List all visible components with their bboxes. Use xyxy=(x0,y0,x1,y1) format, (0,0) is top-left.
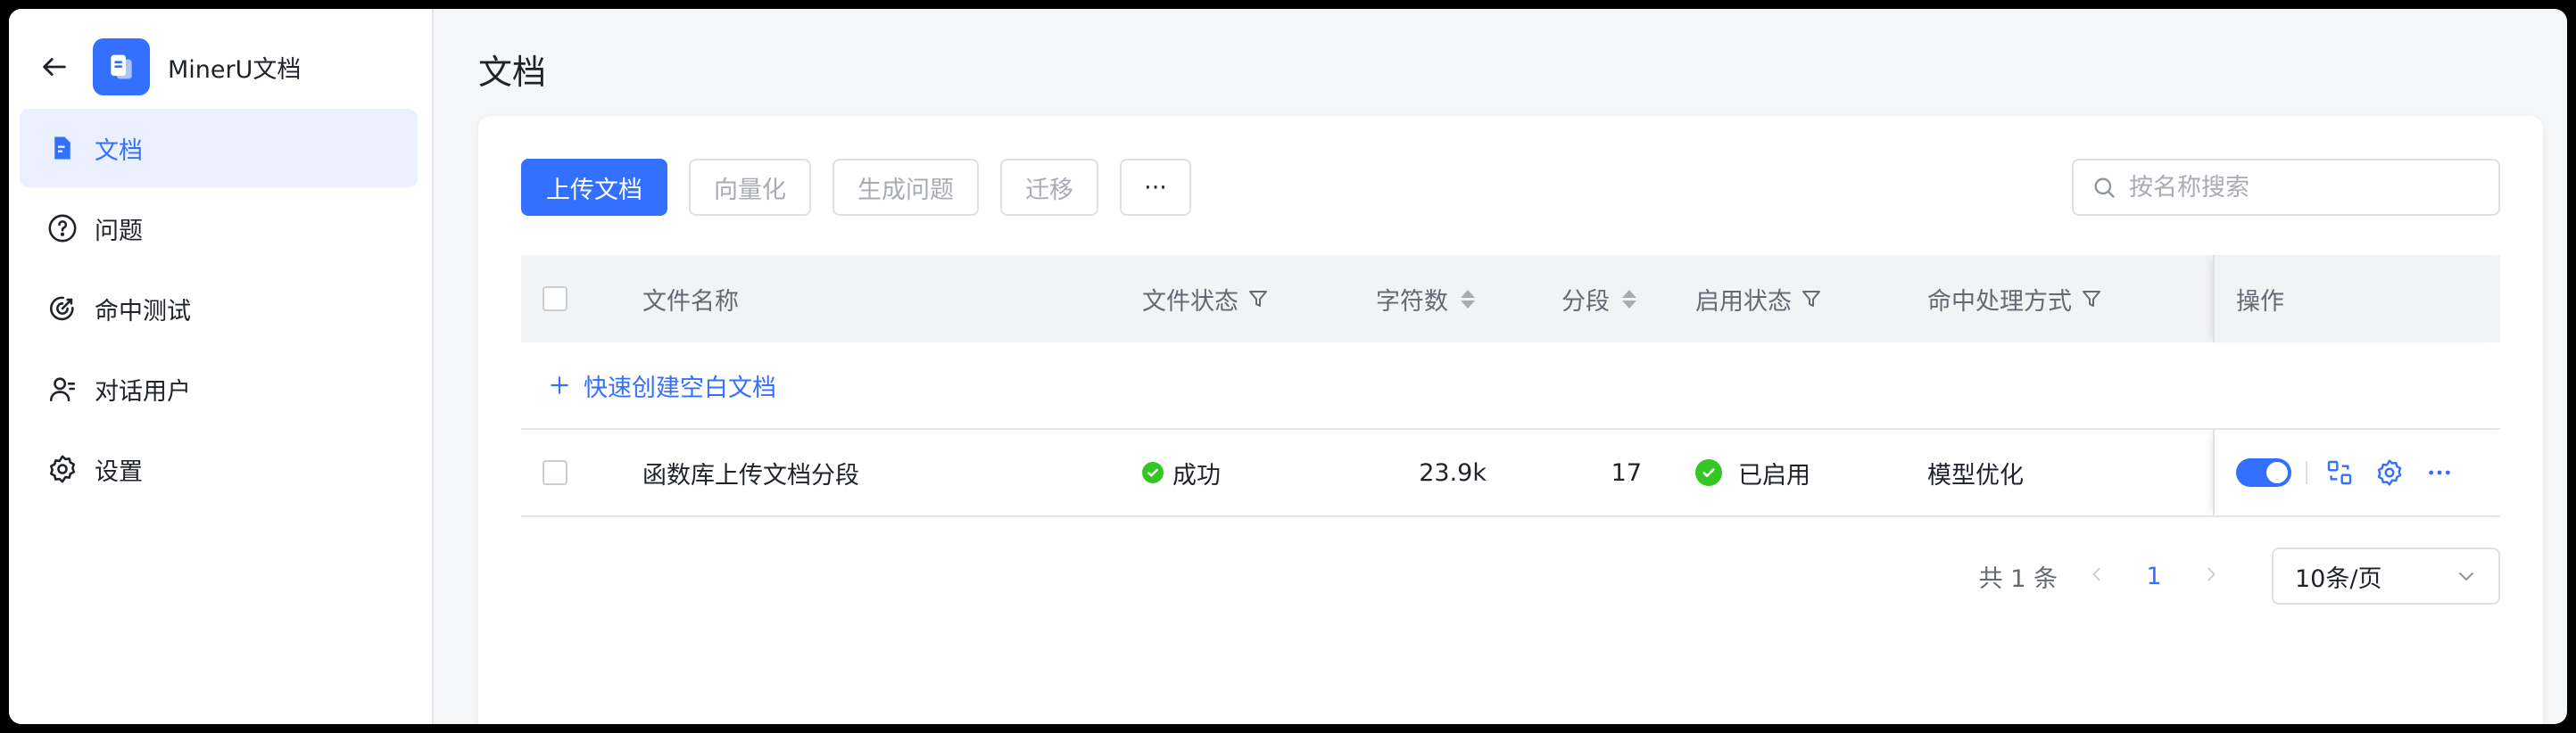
row-file-status: 成功 xyxy=(1142,430,1221,515)
app-logo xyxy=(93,38,150,95)
check-circle-icon xyxy=(1142,462,1164,483)
migrate-icon[interactable] xyxy=(2322,455,2357,490)
gear-icon[interactable] xyxy=(2372,455,2407,490)
quick-create-label: 快速创建空白文档 xyxy=(584,374,776,402)
document-icon xyxy=(45,130,80,166)
table-row[interactable]: 函数库上传文档分段 成功 23.9k 17 已启用 模型优化 xyxy=(521,430,2500,517)
row-segments: 17 xyxy=(1611,458,1642,487)
divider xyxy=(2306,461,2307,484)
gear-icon xyxy=(45,451,80,487)
row-hit-mode: 模型优化 xyxy=(1927,461,2024,490)
next-page-button[interactable] xyxy=(2193,563,2229,590)
select-all-cell xyxy=(543,255,567,342)
sidebar-item-settings[interactable]: 设置 xyxy=(20,430,418,508)
page-number[interactable]: 1 xyxy=(2136,563,2172,590)
chevron-left-icon xyxy=(2092,567,2100,581)
column-header-char-count[interactable]: 字符数 xyxy=(1376,255,1475,342)
toolbar: 上传文档 向量化 生成问题 迁移 ··· xyxy=(521,159,1191,216)
app-name: MinerU文档 xyxy=(168,55,302,84)
chevron-right-icon xyxy=(2207,567,2216,581)
sidebar-item-questions[interactable]: 问题 xyxy=(20,189,418,268)
target-icon xyxy=(45,291,80,326)
filter-icon[interactable] xyxy=(1247,288,1269,309)
more-icon[interactable] xyxy=(2422,455,2457,490)
sidebar-item-chat-users[interactable]: 对话用户 xyxy=(20,350,418,428)
sidebar-item-label: 问题 xyxy=(95,217,143,245)
table-header: 文件名称 文件状态 字符数 分段 启用状态 命中处理方式 操作 xyxy=(521,255,2500,342)
sidebar: MinerU文档 文档 问题 命中测试 对话用户 设置 xyxy=(9,9,434,724)
column-header-name: 文件名称 xyxy=(642,255,739,342)
column-segments-label: 分段 xyxy=(1561,287,1610,316)
total-count: 共 1 条 xyxy=(1978,564,2058,593)
sidebar-item-label: 命中测试 xyxy=(95,297,191,325)
check-circle-icon xyxy=(1695,459,1722,486)
search-input[interactable] xyxy=(2129,173,2468,202)
page-size-select[interactable]: 10条/页 xyxy=(2272,548,2500,605)
row-select-cell xyxy=(543,430,567,515)
column-file-status-label: 文件状态 xyxy=(1142,287,1238,316)
quick-create-link[interactable]: 快速创建空白文档 xyxy=(548,342,776,428)
quick-create-row: 快速创建空白文档 xyxy=(521,342,2500,430)
column-hit-mode-label: 命中处理方式 xyxy=(1927,287,2072,316)
filter-icon[interactable] xyxy=(2081,288,2102,309)
column-char-count-label: 字符数 xyxy=(1376,287,1448,316)
column-header-hit-mode[interactable]: 命中处理方式 xyxy=(1927,255,2102,342)
search-icon xyxy=(2094,177,2115,198)
enable-status-text: 已启用 xyxy=(1738,461,1810,490)
page-title: 文档 xyxy=(478,53,547,92)
search-box xyxy=(2072,159,2500,216)
column-header-file-status[interactable]: 文件状态 xyxy=(1142,255,1269,342)
documents-card: 上传文档 向量化 生成问题 迁移 ··· 文件名称 文件状态 xyxy=(478,116,2543,724)
sidebar-item-documents[interactable]: 文档 xyxy=(20,109,418,187)
more-actions-button[interactable]: ··· xyxy=(1120,159,1191,216)
pagination: 共 1 条 1 10条/页 xyxy=(1979,548,2500,605)
arrow-left-icon xyxy=(43,58,66,76)
row-ops xyxy=(2213,430,2500,515)
column-ops-label: 操作 xyxy=(2236,287,2284,316)
column-enable-status-label: 启用状态 xyxy=(1695,287,1792,316)
row-enable-status: 已启用 xyxy=(1695,430,1810,515)
chevron-down-icon xyxy=(2459,572,2473,581)
generate-questions-button[interactable]: 生成问题 xyxy=(832,159,979,216)
prev-page-button[interactable] xyxy=(2079,563,2115,590)
sidebar-item-label: 文档 xyxy=(95,136,143,165)
document-logo-icon xyxy=(111,54,132,79)
column-header-enable-status[interactable]: 启用状态 xyxy=(1695,255,1822,342)
row-checkbox[interactable] xyxy=(543,460,567,485)
column-name-label: 文件名称 xyxy=(642,287,739,316)
sort-icon[interactable] xyxy=(1622,289,1636,309)
enable-toggle[interactable] xyxy=(2236,458,2291,487)
question-icon xyxy=(45,210,80,246)
row-char-count: 23.9k xyxy=(1419,458,1487,487)
sidebar-nav: 文档 问题 命中测试 对话用户 设置 xyxy=(20,109,418,510)
upload-document-button[interactable]: 上传文档 xyxy=(521,159,667,216)
sort-icon[interactable] xyxy=(1461,289,1475,309)
filter-icon[interactable] xyxy=(1801,288,1822,309)
row-name[interactable]: 函数库上传文档分段 xyxy=(642,430,859,515)
back-button[interactable] xyxy=(36,48,73,86)
app-window: MinerU文档 文档 问题 命中测试 对话用户 设置 文档 上传文档 向量化 … xyxy=(9,9,2567,724)
select-all-checkbox[interactable] xyxy=(543,286,567,311)
column-header-segments[interactable]: 分段 xyxy=(1561,255,1636,342)
plus-icon xyxy=(551,376,568,394)
vectorize-button[interactable]: 向量化 xyxy=(689,159,811,216)
sidebar-item-label: 设置 xyxy=(95,457,143,486)
page-size-value: 10条/页 xyxy=(2295,564,2382,593)
sidebar-item-hit-test[interactable]: 命中测试 xyxy=(20,269,418,348)
user-icon xyxy=(45,371,80,407)
documents-table: 文件名称 文件状态 字符数 分段 启用状态 命中处理方式 操作 快速创建空白文档… xyxy=(521,255,2500,517)
migrate-button[interactable]: 迁移 xyxy=(1000,159,1098,216)
file-status-text: 成功 xyxy=(1172,461,1221,490)
column-header-ops: 操作 xyxy=(2213,255,2500,342)
sidebar-header: MinerU文档 xyxy=(36,31,301,103)
sidebar-item-label: 对话用户 xyxy=(95,377,191,406)
